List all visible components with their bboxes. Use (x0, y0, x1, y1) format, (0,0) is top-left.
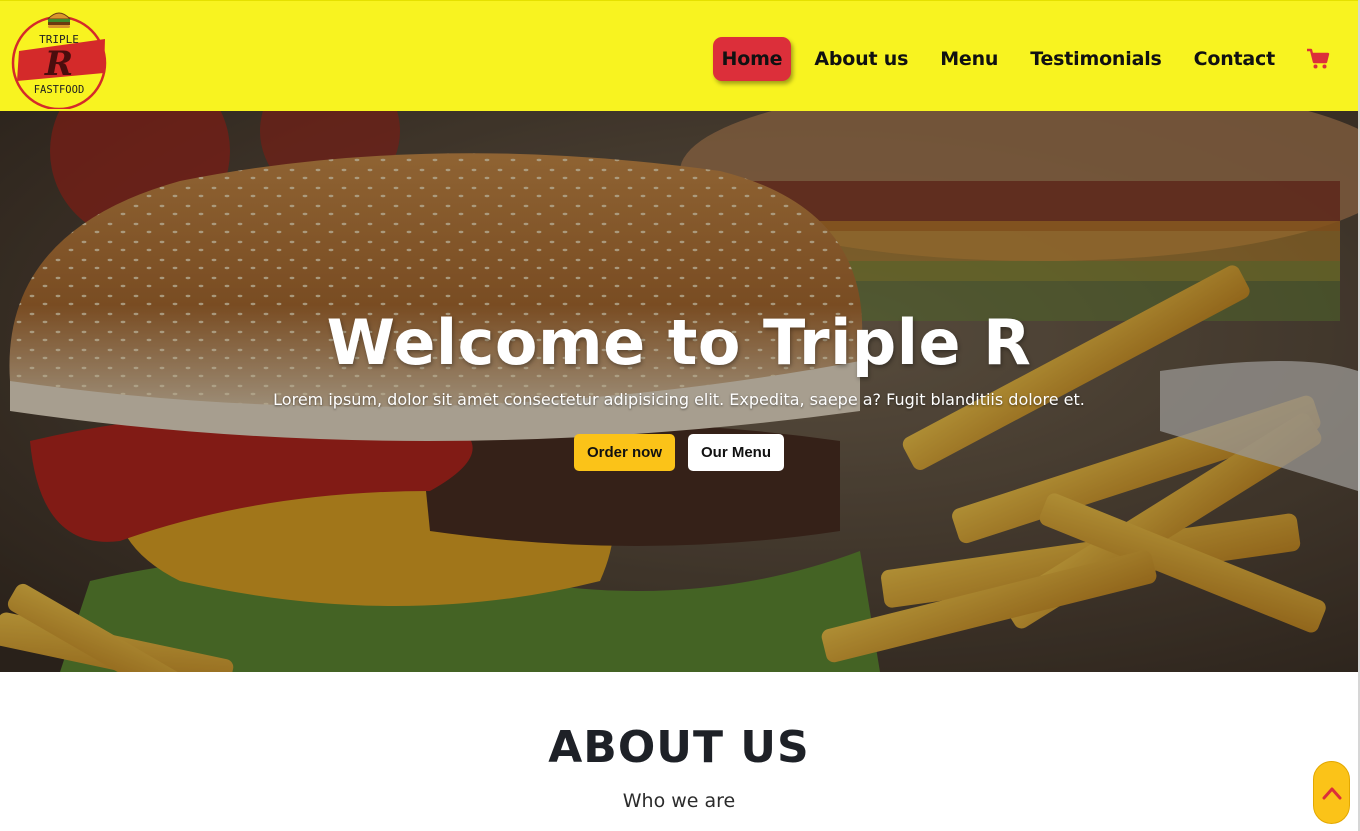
our-menu-button[interactable]: Our Menu (688, 434, 784, 471)
about-section-title: ABOUT US (548, 722, 810, 773)
burger-icon (46, 12, 72, 28)
nav-contact[interactable]: Contact (1185, 37, 1284, 81)
nav-about-us[interactable]: About us (805, 37, 917, 81)
hero-subtitle: Lorem ipsum, dolor sit amet consectetur … (273, 390, 1085, 409)
order-now-button[interactable]: Order now (573, 434, 675, 471)
about-section-subtitle: Who we are (622, 790, 736, 812)
nav-menu[interactable]: Menu (931, 37, 1007, 81)
hero-buttons: Order now Our Menu (0, 434, 1358, 471)
brand-logo[interactable]: TRIPLE R FASTFOOD (11, 5, 109, 111)
main-nav: Home About us Menu Testimonials Contact (712, 35, 1332, 83)
hero-section: Welcome to Triple R Lorem ipsum, dolor s… (0, 111, 1358, 672)
svg-text:R: R (44, 44, 73, 84)
hero-title: Welcome to Triple R (326, 306, 1032, 379)
nav-home[interactable]: Home (712, 37, 792, 81)
nav-testimonials[interactable]: Testimonials (1021, 37, 1170, 81)
scroll-to-top-button[interactable] (1313, 761, 1350, 824)
cart-icon[interactable] (1306, 46, 1332, 72)
svg-text:FASTFOOD: FASTFOOD (34, 84, 85, 96)
chevron-up-icon (1322, 787, 1341, 799)
navbar: TRIPLE R FASTFOOD Home About us Menu Tes… (0, 0, 1360, 111)
